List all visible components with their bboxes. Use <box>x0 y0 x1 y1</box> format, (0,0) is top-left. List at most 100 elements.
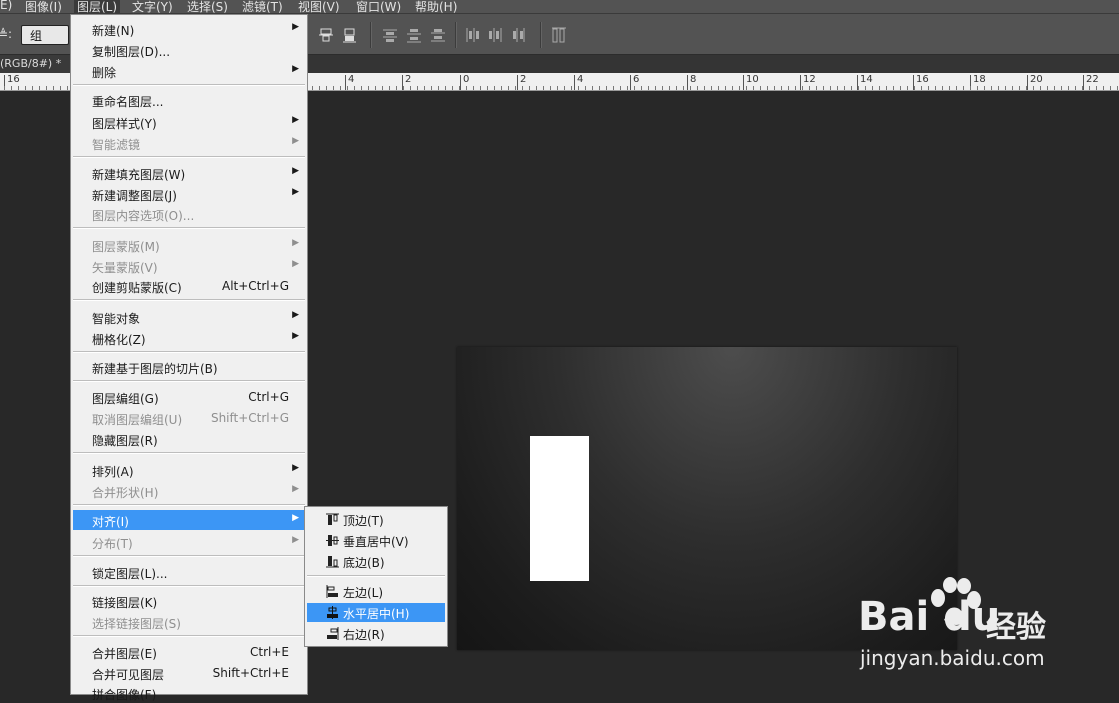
submenu-item-align-top[interactable]: 顶边(T) <box>307 510 445 529</box>
ruler-minor-tick <box>25 86 26 90</box>
menu-item-duplicate-layer[interactable]: 复制图层(D)... <box>73 40 305 60</box>
ruler-minor-tick <box>1040 86 1041 90</box>
ruler-minor-tick <box>396 86 397 90</box>
document-tab[interactable]: (RGB/8#) * <box>0 55 80 73</box>
menu-item-arrange[interactable]: 排列(A) ▶ <box>73 460 305 480</box>
ruler-label: 2 <box>405 74 412 85</box>
ruler-minor-tick <box>662 86 663 90</box>
auto-select-dropdown[interactable]: 组 <box>21 25 69 45</box>
ruler-minor-tick <box>375 86 376 90</box>
menu-item-new-adjustment-layer[interactable]: 新建调整图层(J) ▶ <box>73 184 305 204</box>
menu-layer[interactable]: 图层(L) <box>74 0 121 15</box>
distribute-left-icon[interactable] <box>464 26 480 44</box>
distribute-right-icon[interactable] <box>511 26 527 44</box>
ruler-label: 6 <box>633 74 640 85</box>
submenu-item-align-left[interactable]: 左边(L) <box>307 582 445 601</box>
menu-item-merge-layers[interactable]: 合并图层(E) Ctrl+E <box>73 642 305 662</box>
menu-item-hide-layers[interactable]: 隐藏图层(R) <box>73 429 305 449</box>
ruler-major-tick <box>1027 75 1028 90</box>
submenu-item-align-horizontal-center[interactable]: 水平居中(H) <box>307 603 445 622</box>
ruler-label: 20 <box>1030 74 1043 85</box>
menu-item-align[interactable]: 对齐(I) ▶ <box>73 510 305 530</box>
ruler-minor-tick <box>942 86 943 90</box>
menu-item-layer-style[interactable]: 图层样式(Y) ▶ <box>73 112 305 132</box>
menu-item-new-fill-layer[interactable]: 新建填充图层(W) ▶ <box>73 163 305 183</box>
menu-item-merge-visible[interactable]: 合并可见图层 Shift+Ctrl+E <box>73 663 305 683</box>
ruler-minor-tick <box>39 86 40 90</box>
ruler-minor-tick <box>984 86 985 90</box>
menu-item-new-layer-based-slice[interactable]: 新建基于图层的切片(B) <box>73 357 305 377</box>
white-rectangle-layer[interactable] <box>530 436 589 581</box>
menu-edit[interactable]: E) <box>0 0 12 12</box>
ruler-minor-tick <box>830 86 831 90</box>
ruler-major-tick <box>574 75 575 90</box>
auto-align-icon[interactable] <box>551 26 567 44</box>
submenu-item-align-bottom[interactable]: 底边(B) <box>307 552 445 571</box>
distribute-bottom-icon[interactable] <box>430 26 446 44</box>
ruler-minor-tick <box>599 86 600 90</box>
ruler-minor-tick <box>494 86 495 90</box>
menu-select[interactable]: 选择(S) <box>187 0 228 15</box>
align-bottom-tool-icon[interactable] <box>341 26 357 44</box>
distribute-top-icon[interactable] <box>382 26 398 44</box>
menu-item-rename-layer[interactable]: 重命名图层... <box>73 90 305 110</box>
ruler-minor-tick <box>900 86 901 90</box>
ruler-minor-tick <box>956 86 957 90</box>
align-vcenter-tool-icon[interactable] <box>318 26 334 44</box>
menu-view[interactable]: 视图(V) <box>298 0 340 15</box>
ruler-major-tick <box>800 75 801 90</box>
toolbar-separator <box>540 22 542 48</box>
menu-item-group-layers[interactable]: 图层编组(G) Ctrl+G <box>73 387 305 407</box>
menu-item-new[interactable]: 新建(N) ▶ <box>73 19 305 39</box>
ruler-minor-tick <box>67 86 68 90</box>
menu-type[interactable]: 文字(Y) <box>132 0 173 15</box>
ruler-minor-tick <box>473 86 474 90</box>
ruler-minor-tick <box>767 86 768 90</box>
ruler-label: 4 <box>577 74 584 85</box>
ruler-minor-tick <box>46 86 47 90</box>
menu-item-delete[interactable]: 删除 ▶ <box>73 61 305 81</box>
menu-item-layer-content-options: 图层内容选项(O)... <box>92 209 195 223</box>
ruler-minor-tick <box>928 86 929 90</box>
menu-filter[interactable]: 滤镜(T) <box>242 0 283 15</box>
ruler-minor-tick <box>669 86 670 90</box>
ruler-minor-tick <box>634 86 635 90</box>
ruler-minor-tick <box>970 86 971 90</box>
submenu-item-align-vertical-center[interactable]: 垂直居中(V) <box>307 531 445 550</box>
ruler-minor-tick <box>543 86 544 90</box>
ruler-major-tick <box>630 75 631 90</box>
ruler-minor-tick <box>417 86 418 90</box>
ruler-minor-tick <box>1117 86 1118 90</box>
menu-item-link-layers[interactable]: 链接图层(K) <box>73 591 305 611</box>
align-bottom-icon <box>326 556 339 568</box>
ruler-minor-tick <box>529 86 530 90</box>
menu-item-create-clipping-mask[interactable]: 创建剪贴蒙版(C) Alt+Ctrl+G <box>73 276 305 296</box>
ruler-minor-tick <box>641 86 642 90</box>
menu-item-layer-mask: 图层蒙版(M) ▶ <box>92 238 299 254</box>
ruler-minor-tick <box>466 86 467 90</box>
ruler-label: 2 <box>520 74 527 85</box>
menu-item-lock-layers[interactable]: 锁定图层(L)... <box>73 562 305 582</box>
submenu-item-align-right[interactable]: 右边(R) <box>307 624 445 643</box>
menu-help[interactable]: 帮助(H) <box>415 0 457 15</box>
menu-window[interactable]: 窗口(W) <box>356 0 401 15</box>
ruler-minor-tick <box>844 86 845 90</box>
ruler-minor-tick <box>1089 86 1090 90</box>
menu-item-rasterize[interactable]: 栅格化(Z) ▶ <box>73 328 305 348</box>
ruler-minor-tick <box>858 86 859 90</box>
menu-item-flatten-image[interactable]: 拼合图像(F) <box>73 683 305 703</box>
menu-item-smart-object[interactable]: 智能对象 ▶ <box>73 307 305 327</box>
ruler-minor-tick <box>508 86 509 90</box>
distribute-vcenter-icon[interactable] <box>406 26 422 44</box>
ruler-minor-tick <box>977 86 978 90</box>
menu-image[interactable]: 图像(I) <box>25 0 62 15</box>
ruler-minor-tick <box>914 86 915 90</box>
ruler-minor-tick <box>1026 86 1027 90</box>
menu-item-smart-filter: 智能滤镜 ▶ <box>92 136 299 152</box>
distribute-hcenter-icon[interactable] <box>487 26 503 44</box>
menu-separator <box>73 351 305 353</box>
ruler-minor-tick <box>32 86 33 90</box>
ruler-minor-tick <box>991 86 992 90</box>
menu-separator <box>73 156 305 158</box>
ruler-minor-tick <box>921 86 922 90</box>
